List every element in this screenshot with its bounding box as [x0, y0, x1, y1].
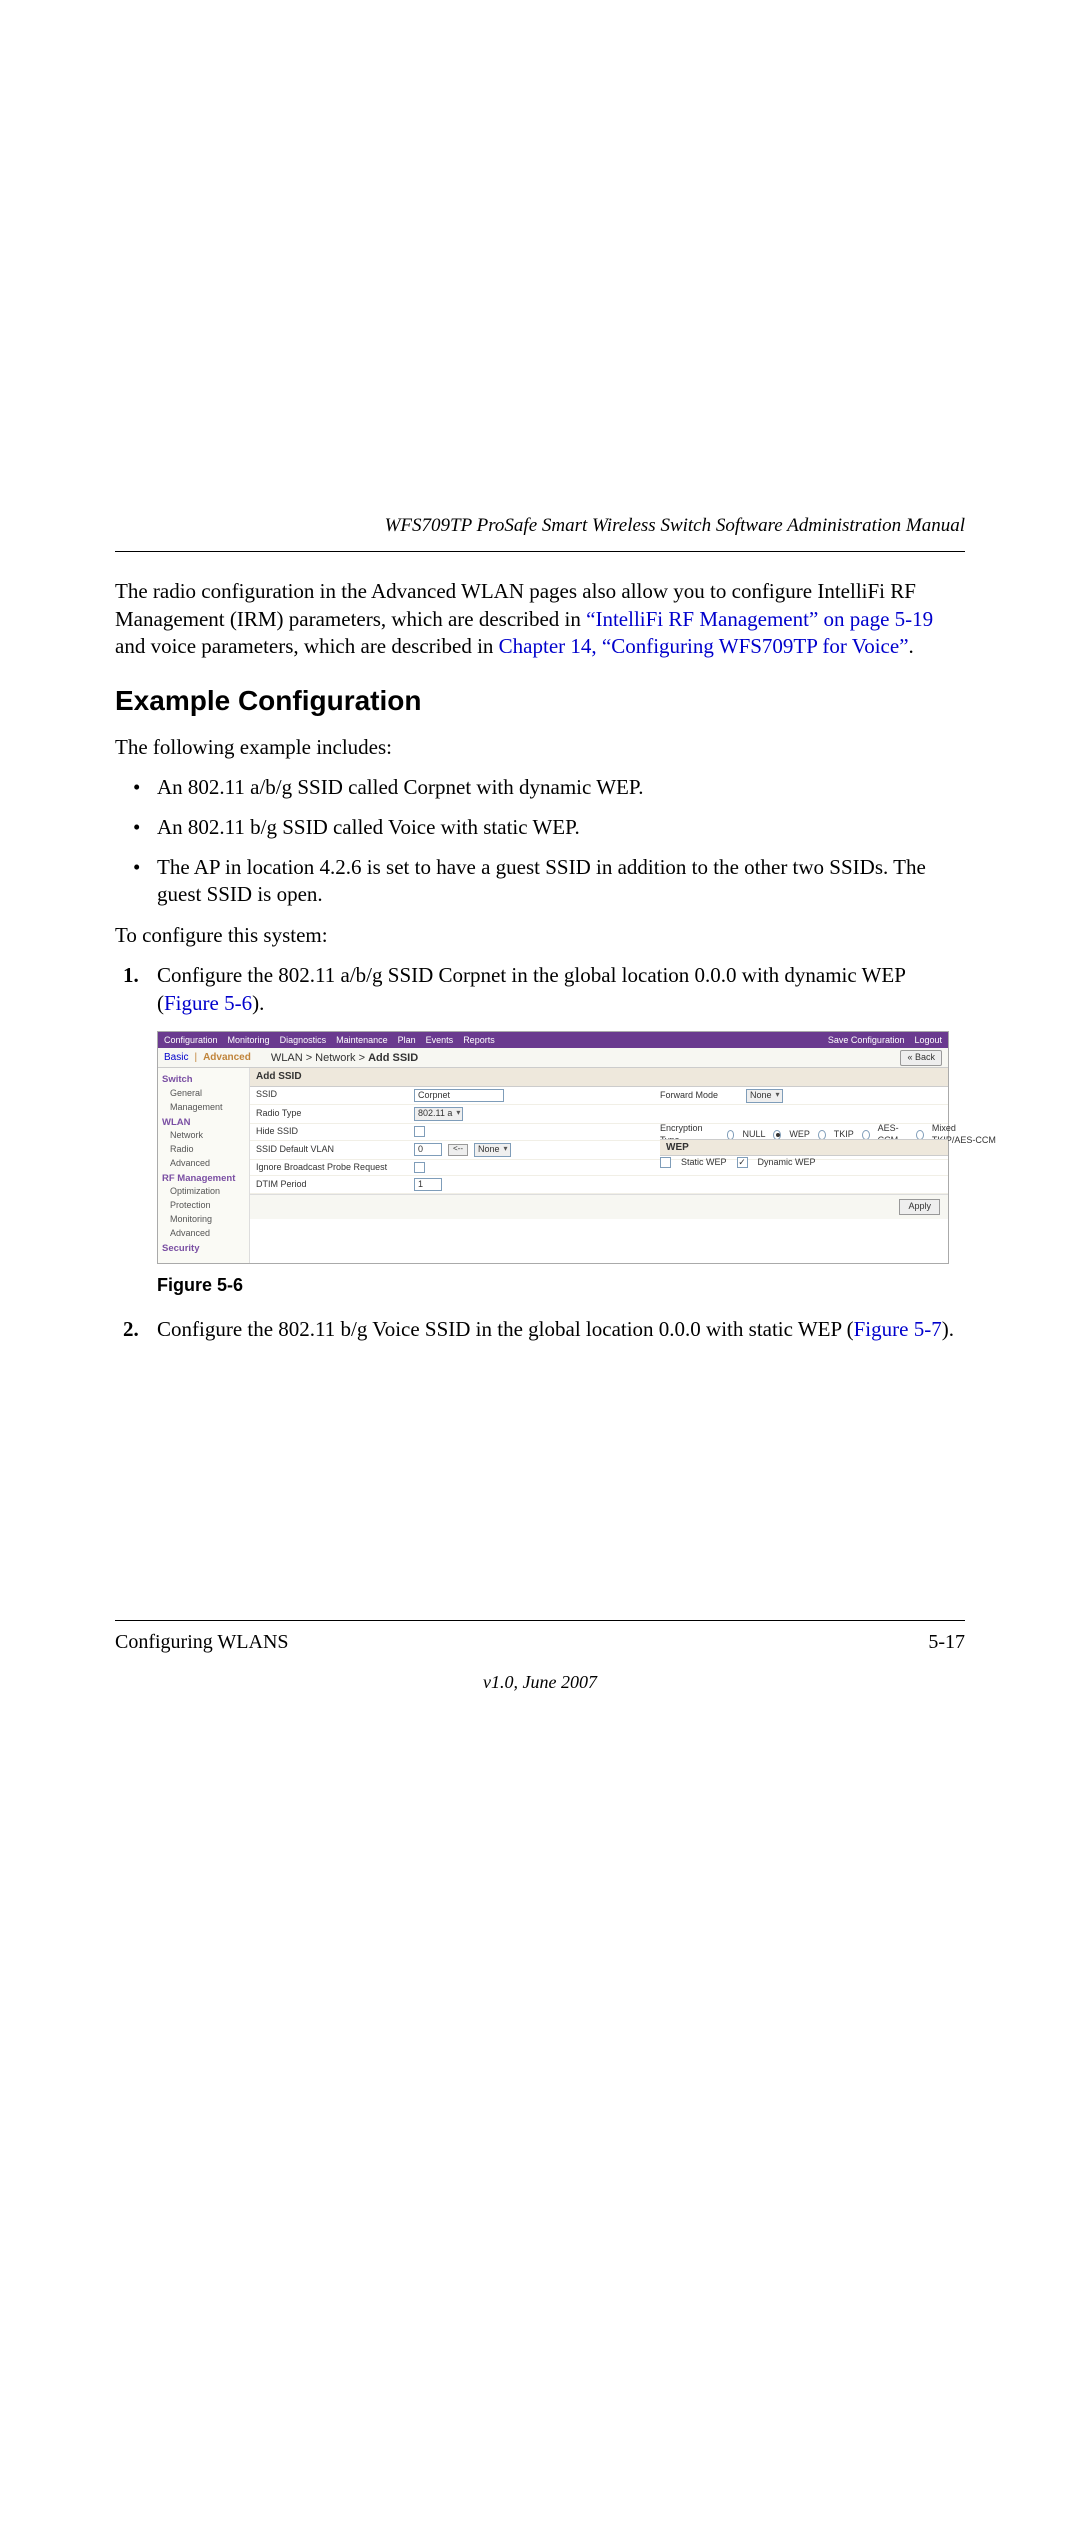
link-save-config[interactable]: Save Configuration — [828, 1035, 905, 1047]
intro-paragraph: The radio configuration in the Advanced … — [115, 578, 965, 661]
step-1-text-a: Configure the 802.11 a/b/g SSID Corpnet … — [157, 963, 905, 1015]
checkbox-hide-ssid[interactable] — [414, 1126, 425, 1137]
intro-text-2: and voice parameters, which are describe… — [115, 634, 499, 658]
panel-footer: Apply — [250, 1194, 948, 1219]
sidebar-item-protection[interactable]: Protection — [162, 1199, 245, 1213]
sidebar-group-rf: RF Management — [162, 1173, 245, 1186]
footer-rule — [115, 1620, 965, 1621]
step-2: Configure the 802.11 b/g Voice SSID in t… — [115, 1316, 965, 1344]
input-ssid[interactable]: Corpnet — [414, 1089, 504, 1102]
select-vlan-none[interactable]: None — [474, 1143, 511, 1157]
step-2-text-b: ). — [942, 1317, 954, 1341]
label-hide-ssid: Hide SSID — [256, 1126, 406, 1138]
wep-options-row: Static WEP Dynamic WEP — [660, 1157, 816, 1169]
breadcrumb: WLAN > Network > Add SSID — [271, 1051, 418, 1066]
sidebar: Switch General Management WLAN Network R… — [158, 1068, 250, 1263]
checkbox-static-wep[interactable] — [660, 1157, 671, 1168]
header-rule — [115, 551, 965, 552]
page: WFS709TP ProSafe Smart Wireless Switch S… — [0, 0, 1080, 2532]
step-2-text-a: Configure the 802.11 b/g Voice SSID in t… — [157, 1317, 854, 1341]
label-ignore-probe: Ignore Broadcast Probe Request — [256, 1162, 406, 1174]
label-radio-type: Radio Type — [256, 1108, 406, 1120]
sidebar-item-optimization[interactable]: Optimization — [162, 1185, 245, 1199]
panel-heading: Add SSID — [250, 1068, 948, 1086]
footer-section-title: Configuring WLANS — [115, 1631, 289, 1654]
checkbox-ignore-probe[interactable] — [414, 1162, 425, 1173]
intro-text-3: . — [909, 634, 914, 658]
footer-version: v1.0, June 2007 — [115, 1672, 965, 1693]
label-default-vlan: SSID Default VLAN — [256, 1144, 406, 1156]
screenshot-figure: Configuration Monitoring Diagnostics Mai… — [157, 1031, 949, 1264]
admin-tabbar: Configuration Monitoring Diagnostics Mai… — [158, 1032, 948, 1048]
tab-configuration[interactable]: Configuration — [164, 1035, 218, 1047]
label-static-wep: Static WEP — [681, 1157, 727, 1169]
sidebar-item-general[interactable]: General — [162, 1087, 245, 1101]
page-footer: Configuring WLANS 5-17 v1.0, June 2007 — [115, 1620, 965, 1693]
link-figure-5-7[interactable]: Figure 5-7 — [854, 1317, 942, 1341]
running-header: WFS709TP ProSafe Smart Wireless Switch S… — [115, 515, 965, 537]
sidebar-item-advanced[interactable]: Advanced — [162, 1157, 245, 1171]
mode-breadcrumb-bar: Basic | Advanced WLAN > Network > Add SS… — [158, 1048, 948, 1068]
back-button[interactable]: « Back — [900, 1050, 942, 1066]
bullet-list: An 802.11 a/b/g SSID called Corpnet with… — [115, 774, 965, 909]
main-panel: Add SSID SSID Corpnet Radio Type 802.11 … — [250, 1068, 948, 1263]
tab-diagnostics[interactable]: Diagnostics — [280, 1035, 327, 1047]
tab-monitoring[interactable]: Monitoring — [228, 1035, 270, 1047]
input-vlan[interactable]: 0 — [414, 1143, 442, 1156]
sidebar-item-rf-advanced[interactable]: Advanced — [162, 1227, 245, 1241]
sidebar-group-security: Security — [162, 1243, 245, 1256]
apply-button[interactable]: Apply — [899, 1199, 940, 1215]
label-ssid: SSID — [256, 1089, 406, 1101]
content-area: WFS709TP ProSafe Smart Wireless Switch S… — [115, 515, 965, 1360]
bullet-item: An 802.11 b/g SSID called Voice with sta… — [115, 814, 965, 842]
steps-list: Configure the 802.11 a/b/g SSID Corpnet … — [115, 962, 965, 1344]
label-dtim: DTIM Period — [256, 1179, 406, 1191]
wep-subpanel-heading: WEP — [660, 1139, 948, 1156]
screenshot-body: Switch General Management WLAN Network R… — [158, 1068, 948, 1263]
label-dynamic-wep: Dynamic WEP — [758, 1157, 816, 1169]
section-heading: Example Configuration — [115, 685, 965, 717]
bullet-item: The AP in location 4.2.6 is set to have … — [115, 854, 965, 909]
form-area: SSID Corpnet Radio Type 802.11 a Hide SS… — [250, 1087, 948, 1195]
mode-separator: | — [194, 1051, 197, 1064]
step-1: Configure the 802.11 a/b/g SSID Corpnet … — [115, 962, 965, 1298]
sidebar-item-management[interactable]: Management — [162, 1101, 245, 1115]
sidebar-item-network[interactable]: Network — [162, 1129, 245, 1143]
tab-reports[interactable]: Reports — [463, 1035, 495, 1047]
forward-mode-row: Forward Mode None — [660, 1089, 783, 1103]
vlan-assign-button[interactable]: <-- — [448, 1144, 468, 1156]
mode-advanced-label: Advanced — [203, 1051, 251, 1064]
link-irm[interactable]: “IntelliFi RF Management” on page 5-19 — [586, 607, 933, 631]
sidebar-group-switch: Switch — [162, 1074, 245, 1087]
select-forward-mode[interactable]: None — [746, 1089, 783, 1103]
breadcrumb-path: WLAN > Network > — [271, 1052, 368, 1064]
sidebar-item-radio[interactable]: Radio — [162, 1143, 245, 1157]
bullet-item: An 802.11 a/b/g SSID called Corpnet with… — [115, 774, 965, 802]
footer-page-number: 5-17 — [928, 1631, 965, 1654]
tab-maintenance[interactable]: Maintenance — [336, 1035, 388, 1047]
checkbox-dynamic-wep[interactable] — [737, 1157, 748, 1168]
sidebar-item-monitoring[interactable]: Monitoring — [162, 1213, 245, 1227]
breadcrumb-current: Add SSID — [368, 1052, 418, 1064]
tab-events[interactable]: Events — [426, 1035, 454, 1047]
link-logout[interactable]: Logout — [914, 1035, 942, 1047]
mode-basic-link[interactable]: Basic — [164, 1051, 188, 1064]
steps-lead: To configure this system: — [115, 923, 965, 948]
link-voice-chapter[interactable]: Chapter 14, “Configuring WFS709TP for Vo… — [499, 634, 909, 658]
tab-plan[interactable]: Plan — [398, 1035, 416, 1047]
select-radio-type[interactable]: 802.11 a — [414, 1107, 463, 1121]
example-intro: The following example includes: — [115, 735, 965, 760]
figure-caption: Figure 5-6 — [157, 1274, 965, 1298]
label-forward-mode: Forward Mode — [660, 1090, 740, 1102]
link-figure-5-6[interactable]: Figure 5-6 — [164, 991, 252, 1015]
sidebar-group-wlan: WLAN — [162, 1117, 245, 1130]
input-dtim[interactable]: 1 — [414, 1178, 442, 1191]
step-1-text-b: ). — [252, 991, 264, 1015]
